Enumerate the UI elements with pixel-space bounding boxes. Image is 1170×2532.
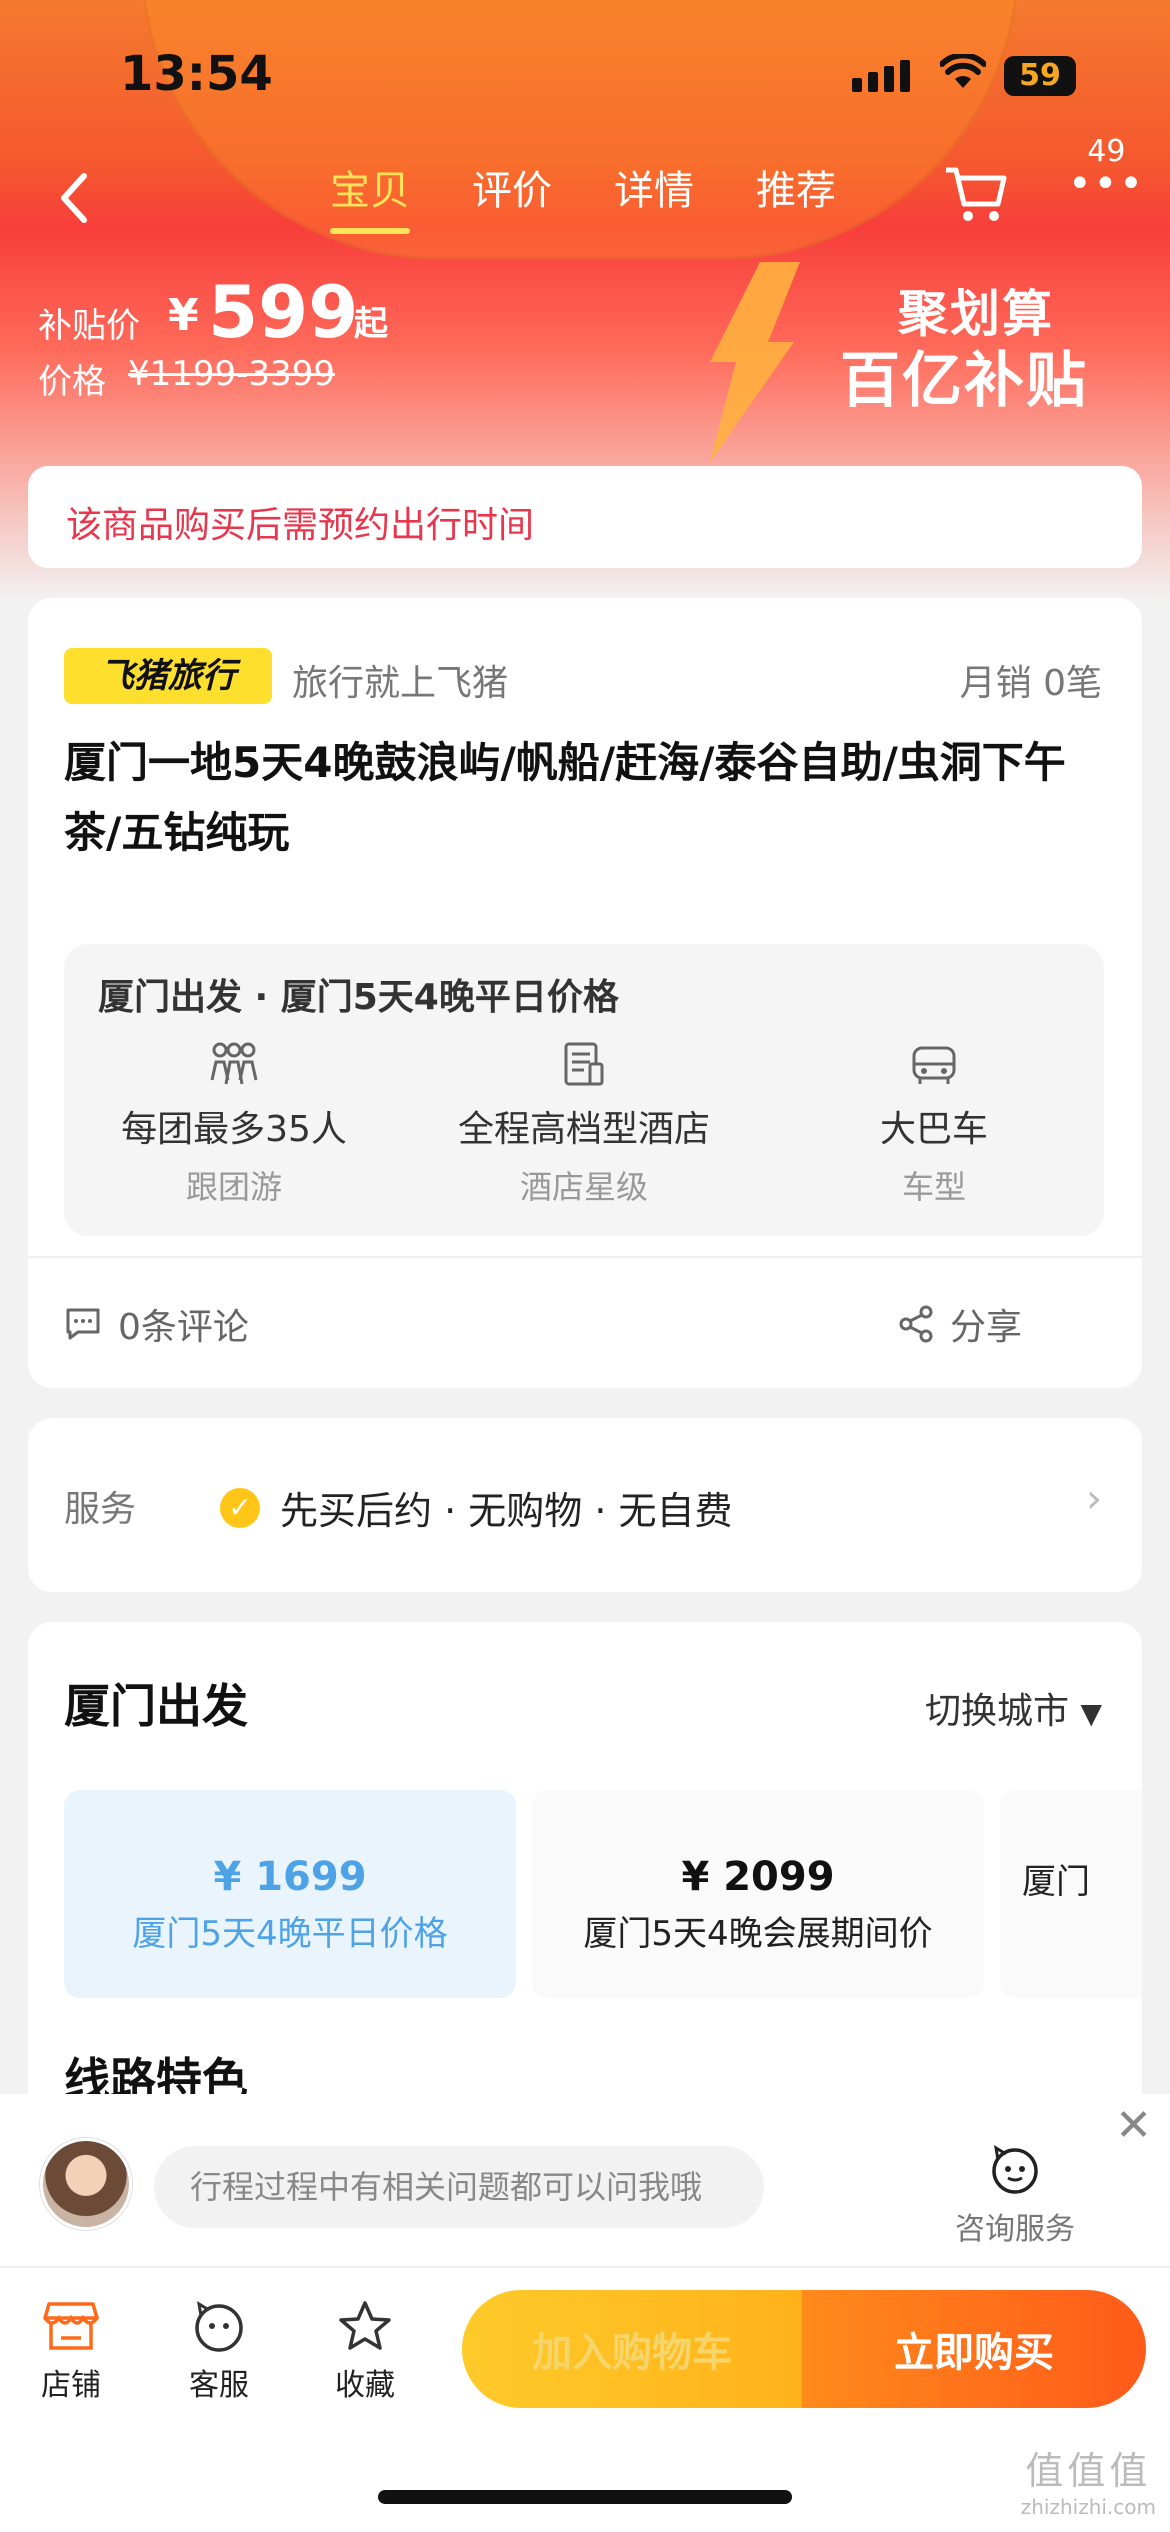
subsidy-banner: 补贴价 ¥ 599 起 价格 ¥1199-3399 聚划算 百亿补贴 bbox=[0, 262, 1170, 462]
notice-text: 该商品购买后需预约出行时间 bbox=[66, 505, 535, 546]
hotel-document-icon bbox=[414, 1040, 754, 1096]
service-label: 服务 bbox=[64, 1489, 137, 1530]
service-row[interactable]: 服务 ✓ 先买后约 · 无购物 · 无自费 › bbox=[28, 1418, 1142, 1592]
battery-icon: 59 bbox=[1004, 56, 1076, 96]
avatar[interactable] bbox=[40, 2138, 132, 2230]
bus-icon bbox=[764, 1040, 1104, 1096]
feature-key: 车型 bbox=[901, 1168, 966, 1206]
home-indicator bbox=[378, 2490, 792, 2504]
booking-notice: 该商品购买后需预约出行时间 bbox=[28, 466, 1142, 568]
monthly-sales: 月销 0笔 bbox=[959, 663, 1102, 704]
departure-title: 厦门出发 bbox=[64, 1679, 248, 1733]
shop-label: 店铺 bbox=[41, 2368, 101, 2403]
feature-bus: 大巴车 车型 bbox=[764, 1040, 1104, 1208]
feature-value: 大巴车 bbox=[879, 1109, 988, 1150]
close-icon[interactable]: ✕ bbox=[1115, 2100, 1152, 2151]
triangle-down-icon: ▼ bbox=[1080, 1697, 1102, 1730]
cellular-signal-icon bbox=[852, 60, 910, 92]
comments-count: 0条评论 bbox=[118, 1307, 249, 1348]
lightning-icon bbox=[690, 262, 810, 462]
watermark: 值值值 zhizhizhi.com bbox=[1021, 2440, 1156, 2519]
top-nav: 宝贝 评价 详情 推荐 49 ••• bbox=[0, 134, 1170, 260]
watermark-logo: 值值值 bbox=[1025, 2449, 1152, 2493]
add-to-cart-button[interactable]: 加入购物车 bbox=[462, 2290, 802, 2408]
status-time: 13:54 bbox=[120, 46, 273, 102]
departure-card: 厦门出发 切换城市 ▼ ¥ 1699 厦门5天4晚平日价格 ¥ 2099 厦门5… bbox=[28, 1622, 1142, 2122]
comments-link[interactable]: 0条评论 bbox=[64, 1298, 249, 1350]
more-dots-icon: ••• bbox=[1068, 161, 1145, 207]
tab-reviews[interactable]: 评价 bbox=[472, 158, 552, 234]
share-icon bbox=[899, 1305, 933, 1343]
purchase-buttons: 加入购物车 立即购买 bbox=[462, 2290, 1146, 2408]
product-card: 飞猪旅行 旅行就上飞猪 月销 0笔 厦门一地5天4晚鼓浪屿/帆船/赶海/泰谷自助… bbox=[28, 598, 1142, 1388]
cart-icon[interactable] bbox=[944, 164, 1008, 224]
price-option[interactable]: ¥ 1699 厦门5天4晚平日价格 bbox=[64, 1790, 516, 1998]
original-price-label: 价格 bbox=[38, 362, 106, 402]
price-option[interactable]: ¥ 2099 厦门5天4晚会展期间价 bbox=[532, 1790, 984, 1998]
subsidy-label: 补贴价 bbox=[38, 306, 140, 346]
service-text: 先买后约 · 无购物 · 无自费 bbox=[280, 1489, 733, 1533]
consult-label: 咨询服务 bbox=[955, 2212, 1075, 2247]
price-option[interactable]: 厦门 bbox=[1000, 1790, 1142, 1998]
switch-city-label: 切换城市 bbox=[924, 1691, 1069, 1732]
feature-value: 全程高档型酒店 bbox=[457, 1109, 710, 1150]
option-name: 厦门5天4晚平日价格 bbox=[132, 1914, 448, 1954]
brand-subsidy: 百亿补贴 bbox=[840, 346, 1088, 416]
option-price: ¥ 1699 bbox=[213, 1854, 367, 1900]
more-menu[interactable]: 49 ••• bbox=[1068, 134, 1145, 207]
trip-info-box[interactable]: 厦门出发 · 厦门5天4晚平日价格 每团最多35人 跟团游 全程高档型酒店 酒店… bbox=[64, 944, 1104, 1236]
feature-group: 每团最多35人 跟团游 bbox=[64, 1040, 404, 1208]
tab-item[interactable]: 宝贝 bbox=[330, 158, 410, 234]
wifi-icon bbox=[939, 52, 987, 100]
chevron-right-icon: › bbox=[1086, 1476, 1102, 1522]
shop-button[interactable]: 店铺 bbox=[16, 2300, 126, 2404]
product-title: 厦门一地5天4晚鼓浪屿/帆船/赶海/泰谷自助/虫洞下午茶/五钻纯玩 bbox=[64, 738, 1066, 857]
switch-city-button[interactable]: 切换城市 ▼ bbox=[925, 1682, 1102, 1734]
feature-hotel: 全程高档型酒店 酒店星级 bbox=[414, 1040, 754, 1208]
tab-recommend[interactable]: 推荐 bbox=[756, 158, 836, 234]
subsidy-price: 599 bbox=[208, 270, 359, 354]
consult-face-icon bbox=[992, 2145, 1038, 2194]
option-name: 厦门 bbox=[1022, 1862, 1090, 1902]
divider bbox=[28, 1256, 1142, 1258]
chat-input[interactable]: 行程过程中有相关问题都可以问我哦 bbox=[154, 2146, 764, 2228]
check-icon: ✓ bbox=[220, 1488, 260, 1528]
service-label: 客服 bbox=[189, 2368, 249, 2403]
bottom-action-bar: 店铺 客服 收藏 加入购物车 立即购买 bbox=[0, 2266, 1170, 2532]
share-button[interactable]: 分享 bbox=[898, 1298, 1022, 1350]
price-suffix: 起 bbox=[354, 304, 388, 344]
feature-value: 每团最多35人 bbox=[121, 1109, 347, 1150]
service-face-icon bbox=[195, 2301, 243, 2352]
option-price: ¥ 2099 bbox=[681, 1854, 835, 1900]
favorite-button[interactable]: 收藏 bbox=[310, 2300, 420, 2404]
buy-now-button[interactable]: 立即购买 bbox=[802, 2290, 1146, 2408]
option-name: 厦门5天4晚会展期间价 bbox=[583, 1914, 933, 1954]
trip-info-header: 厦门出发 · 厦门5天4晚平日价格 bbox=[98, 977, 619, 1018]
chat-bar: 行程过程中有相关问题都可以问我哦 咨询服务 ✕ bbox=[0, 2094, 1170, 2266]
customer-service-button[interactable]: 客服 bbox=[164, 2300, 274, 2404]
share-label: 分享 bbox=[949, 1307, 1022, 1348]
tab-details[interactable]: 详情 bbox=[614, 158, 694, 234]
back-icon[interactable] bbox=[56, 170, 92, 241]
status-bar: 13:54 59 bbox=[0, 0, 1170, 150]
comment-icon bbox=[66, 1308, 100, 1340]
feature-key: 跟团游 bbox=[185, 1168, 282, 1206]
watermark-url: zhizhizhi.com bbox=[1020, 2495, 1156, 2519]
group-icon bbox=[64, 1040, 404, 1096]
shop-slogan: 旅行就上飞猪 bbox=[292, 663, 509, 704]
feature-key: 酒店星级 bbox=[519, 1168, 648, 1206]
tab-bar: 宝贝 评价 详情 推荐 bbox=[330, 158, 836, 234]
fliggy-badge[interactable]: 飞猪旅行 bbox=[64, 648, 272, 704]
original-price: ¥1199-3399 bbox=[128, 354, 335, 394]
consult-service-button[interactable]: 咨询服务 bbox=[950, 2144, 1080, 2248]
currency-symbol: ¥ bbox=[168, 290, 199, 341]
star-icon bbox=[339, 2301, 391, 2350]
shop-icon bbox=[43, 2302, 99, 2350]
favorite-label: 收藏 bbox=[335, 2368, 395, 2403]
